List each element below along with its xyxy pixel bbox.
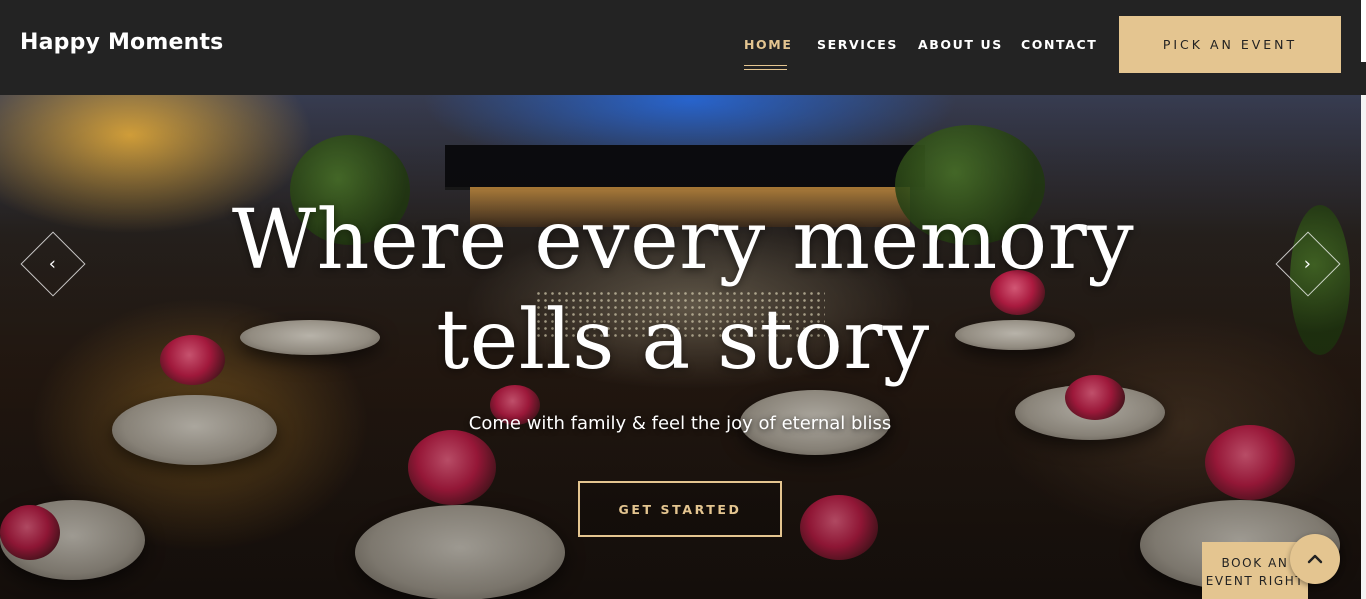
page-edge-divider (1361, 95, 1366, 599)
chevron-up-icon (1307, 554, 1323, 564)
nav-item-services[interactable]: SERVICES (817, 37, 898, 52)
header-edge-divider (1361, 0, 1366, 62)
nav-item-home[interactable]: HOME (744, 37, 792, 52)
nav-item-about-us[interactable]: ABOUT US (918, 37, 1003, 52)
hero-section: Where every memory tells a story Come wi… (0, 95, 1366, 599)
get-started-button[interactable]: GET STARTED (578, 481, 782, 537)
nav-item-contact[interactable]: CONTACT (1021, 37, 1097, 52)
hero-title: Where every memory tells a story (150, 191, 1216, 391)
site-logo[interactable]: Happy Moments (20, 30, 223, 55)
pick-an-event-button[interactable]: PICK AN EVENT (1119, 16, 1341, 73)
hero-title-line-2: tells a story (436, 293, 930, 388)
site-header: Happy Moments HOME SERVICES ABOUT US CON… (0, 0, 1366, 95)
hero-title-line-1: Where every memory (231, 193, 1135, 288)
chevron-left-icon: ‹ (49, 253, 57, 275)
hero-subtitle: Come with family & feel the joy of etern… (468, 413, 892, 434)
nav-active-indicator (744, 65, 787, 70)
scroll-to-top-button[interactable] (1290, 534, 1340, 584)
chevron-right-icon: › (1304, 253, 1312, 275)
